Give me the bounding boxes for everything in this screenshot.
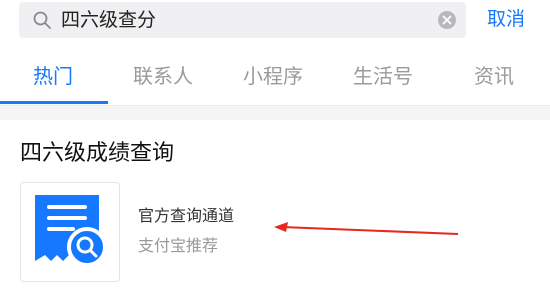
app-icon	[20, 182, 120, 282]
cancel-button[interactable]: 取消	[487, 6, 525, 32]
clear-icon[interactable]	[437, 10, 457, 30]
certificate-search-icon	[35, 195, 107, 267]
tab-contacts[interactable]: 联系人	[133, 61, 193, 91]
red-arrow-icon	[274, 222, 459, 235]
search-results-screen: 四六级查分 取消 热门 联系人 小程序 生活号 资讯 四六级成绩查询 官方查询通…	[0, 0, 550, 298]
tab-mini-programs[interactable]: 小程序	[243, 61, 303, 91]
search-bar[interactable]: 四六级查分	[19, 2, 466, 38]
section-title: 四六级成绩查询	[20, 141, 175, 166]
tab-hot[interactable]: 热门	[33, 61, 73, 91]
tab-news[interactable]: 资讯	[474, 61, 514, 91]
search-icon	[33, 11, 51, 29]
section-separator	[0, 106, 550, 120]
tab-life-accounts[interactable]: 生活号	[353, 61, 413, 91]
result-item-title: 官方查询通道	[138, 206, 235, 225]
tab-bar: 热门 联系人 小程序 生活号 资讯	[0, 55, 550, 105]
active-tab-indicator	[0, 101, 108, 104]
result-item-subtitle: 支付宝推荐	[138, 236, 219, 255]
search-input[interactable]: 四六级查分	[61, 8, 156, 32]
